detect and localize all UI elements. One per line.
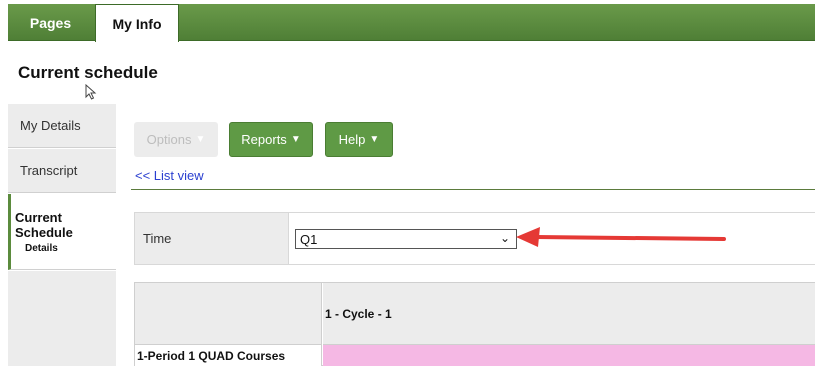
table-corner-header bbox=[135, 283, 322, 344]
sidebar: My Details Transcript Current Schedule D… bbox=[8, 104, 116, 366]
time-select[interactable]: Q1 ⌄ bbox=[295, 229, 517, 249]
chevron-down-icon: ⌄ bbox=[499, 231, 510, 245]
toolbar bbox=[118, 104, 815, 194]
sidebar-item-label: Current Schedule bbox=[15, 209, 73, 240]
help-button-label: Help bbox=[338, 132, 366, 147]
caret-down-icon: ▼ bbox=[369, 134, 380, 145]
table-row-label: 1-Period 1 QUAD Courses bbox=[135, 344, 322, 366]
time-label: Time bbox=[143, 231, 172, 246]
time-select-value: Q1 bbox=[300, 231, 318, 247]
options-button-label: Options bbox=[146, 132, 192, 147]
sidebar-item-my-details[interactable]: My Details bbox=[8, 104, 116, 148]
reports-button-label: Reports bbox=[241, 132, 287, 147]
column-header-cycle: 1 - Cycle - 1 bbox=[323, 283, 815, 344]
list-view-link[interactable]: << List view bbox=[135, 168, 204, 183]
divider bbox=[131, 189, 815, 190]
mouse-pointer-icon bbox=[85, 84, 97, 100]
caret-down-icon: ▼ bbox=[195, 134, 206, 145]
tab-my-info[interactable]: My Info bbox=[95, 4, 179, 42]
sidebar-subitem-details[interactable]: Details bbox=[15, 243, 58, 254]
page-title: Current schedule bbox=[18, 63, 158, 82]
options-button[interactable]: Options ▼ bbox=[134, 122, 218, 157]
top-tab-bar: Pages My Info bbox=[8, 4, 815, 42]
sidebar-item-transcript[interactable]: Transcript bbox=[8, 149, 116, 193]
reports-button[interactable]: Reports ▼ bbox=[229, 122, 313, 157]
sidebar-filler bbox=[8, 271, 116, 366]
annotation-arrow-icon bbox=[516, 227, 726, 247]
caret-down-icon: ▼ bbox=[290, 134, 301, 145]
schedule-table: 1 - Cycle - 1 1-Period 1 QUAD Courses bbox=[134, 282, 815, 366]
tab-pages[interactable]: Pages bbox=[8, 4, 93, 41]
sidebar-item-current-schedule[interactable]: Current Schedule Details bbox=[8, 194, 116, 270]
table-cell-course[interactable] bbox=[323, 344, 815, 366]
help-button[interactable]: Help ▼ bbox=[325, 122, 393, 157]
